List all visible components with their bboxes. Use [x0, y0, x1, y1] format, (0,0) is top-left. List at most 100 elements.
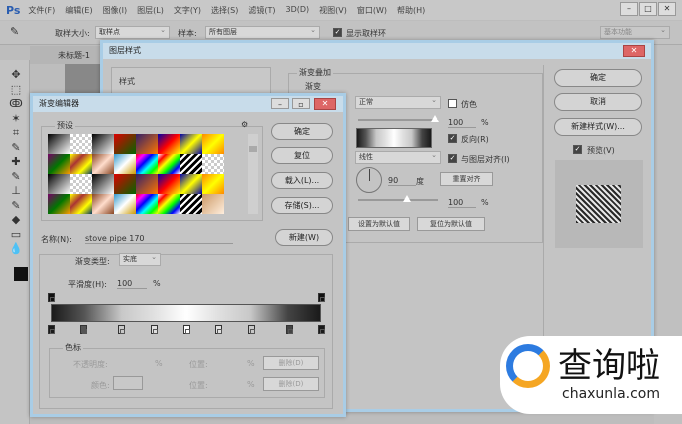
gradient-preset[interactable]: [48, 154, 70, 174]
gradient-preset[interactable]: [114, 154, 136, 174]
eyedropper-icon[interactable]: ✎: [10, 25, 19, 38]
menu-item[interactable]: 帮助(H): [397, 5, 425, 16]
align-checkbox[interactable]: ✓: [448, 154, 457, 163]
preview-checkbox[interactable]: ✓: [573, 145, 582, 154]
delete-opacity-stop-button[interactable]: 删除(D): [263, 356, 319, 370]
color-stop[interactable]: [285, 325, 293, 334]
blur-icon[interactable]: 💧: [9, 242, 23, 256]
gradient-preset[interactable]: [180, 194, 202, 214]
gradient-preset[interactable]: [136, 174, 158, 194]
gradient-preset[interactable]: [136, 134, 158, 154]
magic-wand-icon[interactable]: ✶: [9, 112, 23, 126]
marquee-icon[interactable]: ⬚: [9, 83, 23, 97]
scale-slider-thumb[interactable]: [403, 195, 411, 202]
restore-icon[interactable]: ▫: [292, 98, 310, 109]
cancel-button[interactable]: 取消: [554, 93, 642, 111]
scale-value[interactable]: 100: [448, 198, 476, 208]
ok-button[interactable]: 确定: [554, 69, 642, 87]
gradient-preset[interactable]: [114, 194, 136, 214]
new-style-button[interactable]: 新建样式(W)...: [554, 118, 642, 136]
gradient-preset[interactable]: [114, 174, 136, 194]
menu-item[interactable]: 滤镜(T): [248, 5, 275, 16]
crop-icon[interactable]: ⌗: [9, 126, 23, 140]
opacity-stop[interactable]: [48, 293, 55, 302]
menu-item[interactable]: 窗口(W): [357, 5, 387, 16]
stamp-icon[interactable]: ⊥: [9, 184, 23, 198]
gradient-preset[interactable]: [92, 174, 114, 194]
gradient-preset[interactable]: [114, 134, 136, 154]
reverse-checkbox[interactable]: ✓: [448, 134, 457, 143]
gradient-preset[interactable]: [48, 174, 70, 194]
load-button[interactable]: 载入(L)...: [271, 172, 333, 189]
gear-icon[interactable]: ⚙: [241, 120, 248, 129]
gradient-preset[interactable]: [48, 194, 70, 214]
gradient-preset[interactable]: [70, 194, 92, 214]
minimize-icon[interactable]: –: [271, 98, 289, 109]
color-stop[interactable]: [183, 325, 190, 334]
gradient-preset[interactable]: [158, 194, 180, 214]
dither-checkbox[interactable]: [448, 99, 457, 108]
color-stop[interactable]: [318, 325, 325, 334]
workspace-select[interactable]: 基本功能: [600, 25, 670, 39]
history-brush-icon[interactable]: ✎: [9, 199, 23, 213]
gradient-type-select[interactable]: 实底: [119, 252, 161, 266]
save-button[interactable]: 存储(S)...: [271, 197, 333, 214]
gradient-preset[interactable]: [92, 134, 114, 154]
presets-scrollbar[interactable]: [248, 134, 258, 214]
name-input[interactable]: stove pipe 170: [85, 234, 233, 244]
gradient-preset[interactable]: [202, 134, 224, 154]
gradient-preset[interactable]: [202, 154, 224, 174]
opacity-slider[interactable]: [358, 119, 438, 121]
gradient-icon[interactable]: ▭: [9, 228, 23, 242]
gradient-preset[interactable]: [92, 194, 114, 214]
reset-default-button[interactable]: 复位为默认值: [417, 217, 485, 231]
opacity-stop[interactable]: [318, 293, 325, 302]
gradient-preset[interactable]: [70, 134, 92, 154]
color-stop[interactable]: [150, 325, 158, 334]
gradient-preset[interactable]: [136, 154, 158, 174]
close-icon[interactable]: ✕: [623, 45, 645, 57]
color-stop[interactable]: [118, 325, 126, 334]
menu-item[interactable]: 图层(L): [137, 5, 164, 16]
stop-color-swatch[interactable]: [113, 376, 143, 390]
minimize-button[interactable]: –: [620, 2, 638, 16]
gradient-preset[interactable]: [180, 174, 202, 194]
gradient-style-select[interactable]: 线性: [355, 150, 441, 164]
menu-item[interactable]: 图像(I): [103, 5, 128, 16]
lasso-icon[interactable]: ↂ: [9, 97, 23, 111]
make-default-button[interactable]: 设置为默认值: [348, 217, 410, 231]
gradient-preset[interactable]: [158, 134, 180, 154]
menu-item[interactable]: 编辑(E): [65, 5, 92, 16]
scale-slider[interactable]: [358, 199, 438, 201]
angle-value[interactable]: 90: [388, 176, 416, 186]
close-icon[interactable]: ✕: [314, 98, 336, 110]
gradient-preset[interactable]: [202, 194, 224, 214]
sample-select[interactable]: 所有图层: [205, 25, 320, 39]
menu-item[interactable]: 选择(S): [211, 5, 238, 16]
close-window-button[interactable]: ✕: [658, 2, 676, 16]
angle-dial[interactable]: [356, 167, 382, 193]
reset-button[interactable]: 复位: [271, 147, 333, 164]
gradient-bar[interactable]: [51, 304, 321, 322]
eyedropper-icon[interactable]: ✎: [9, 141, 23, 155]
ok-button[interactable]: 确定: [271, 123, 333, 140]
styles-header[interactable]: 样式: [119, 76, 135, 87]
gradient-preset[interactable]: [48, 134, 70, 154]
menu-item[interactable]: 视图(V): [319, 5, 347, 16]
gradient-preset[interactable]: [158, 174, 180, 194]
delete-color-stop-button[interactable]: 删除(D): [263, 377, 319, 391]
document-tab[interactable]: 未标题-1: [58, 50, 90, 61]
eraser-icon[interactable]: ◆: [9, 213, 23, 227]
menu-item[interactable]: 文件(F): [28, 5, 55, 16]
opacity-slider-thumb[interactable]: [431, 115, 439, 122]
sample-size-select[interactable]: 取样点: [95, 25, 170, 39]
gradient-preset[interactable]: [202, 174, 224, 194]
gradient-preset[interactable]: [180, 154, 202, 174]
menu-item[interactable]: 文字(Y): [174, 5, 201, 16]
move-icon[interactable]: ✥: [9, 68, 23, 82]
blend-mode-select[interactable]: 正常: [355, 95, 441, 109]
gradient-preset[interactable]: [158, 154, 180, 174]
color-stop[interactable]: [48, 325, 55, 334]
gradient-preset[interactable]: [70, 174, 92, 194]
foreground-color-swatch[interactable]: [14, 267, 28, 281]
